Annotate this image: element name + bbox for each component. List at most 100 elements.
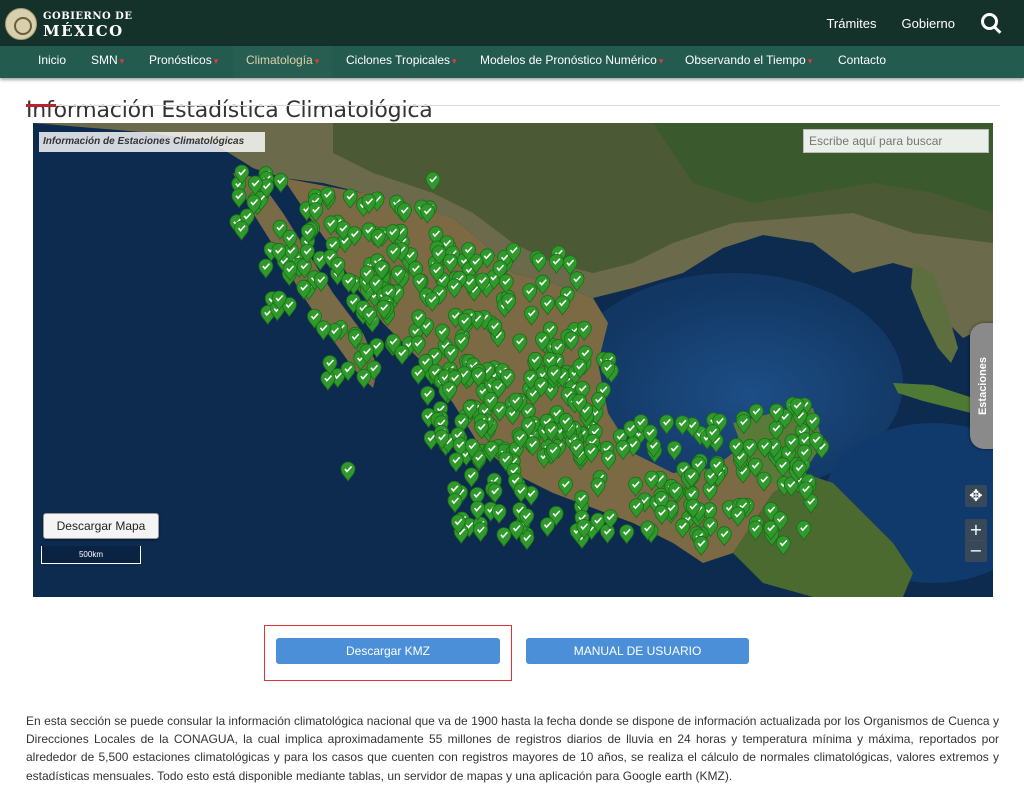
- station-marker-icon[interactable]: [410, 335, 426, 356]
- station-marker-icon[interactable]: [615, 440, 631, 461]
- link-gobierno[interactable]: Gobierno: [902, 16, 955, 31]
- station-marker-icon[interactable]: [540, 517, 555, 538]
- download-map-button[interactable]: Descargar Mapa: [43, 513, 159, 539]
- nav-item-contacto[interactable]: Contacto: [838, 46, 886, 78]
- station-marker-icon[interactable]: [522, 283, 538, 304]
- station-marker-icon[interactable]: [775, 535, 791, 556]
- station-marker-icon[interactable]: [675, 415, 690, 436]
- station-marker-icon[interactable]: [619, 524, 635, 545]
- national-seal-icon: [5, 8, 37, 40]
- station-marker-icon[interactable]: [447, 493, 463, 514]
- station-marker-icon[interactable]: [425, 171, 441, 192]
- nav-item-smn[interactable]: SMN ▾: [91, 46, 124, 78]
- dropdown-caret-icon: ▾: [314, 56, 320, 66]
- main-navigation: Inicio SMN ▾ Pronósticos ▾ Climatología ▾ C…: [0, 46, 1024, 78]
- station-marker-icon[interactable]: [531, 252, 547, 273]
- station-marker-icon[interactable]: [231, 188, 247, 209]
- station-marker-icon[interactable]: [730, 506, 746, 527]
- station-marker-icon[interactable]: [394, 345, 410, 366]
- station-marker-icon[interactable]: [313, 272, 329, 293]
- station-marker-icon[interactable]: [491, 504, 507, 525]
- station-marker-icon[interactable]: [576, 320, 592, 341]
- page-title: Información Estadística Climatológica: [26, 97, 433, 123]
- station-marker-icon[interactable]: [446, 278, 462, 299]
- zoom-out-button[interactable]: −: [965, 540, 987, 562]
- station-marker-icon[interactable]: [693, 535, 709, 557]
- station-marker-icon[interactable]: [654, 504, 670, 526]
- station-marker-icon[interactable]: [443, 344, 459, 365]
- station-marker-icon[interactable]: [308, 202, 324, 223]
- description-paragraph: En esta sección se puede consular la inf…: [26, 714, 999, 783]
- station-marker-icon[interactable]: [464, 467, 479, 488]
- station-marker-icon[interactable]: [448, 452, 464, 473]
- user-manual-button[interactable]: MANUAL DE USUARIO: [526, 638, 749, 664]
- station-marker-icon[interactable]: [513, 482, 529, 503]
- station-marker-icon[interactable]: [601, 450, 616, 471]
- map-panel-title: Información de Estaciones Climatológicas: [39, 132, 265, 152]
- stations-panel-tab[interactable]: Estaciones: [970, 323, 993, 449]
- stations-map[interactable]: Información de Estaciones Climatológicas…: [33, 123, 993, 597]
- pan-icon[interactable]: ✥: [965, 485, 987, 507]
- station-marker-icon[interactable]: [716, 526, 732, 547]
- station-marker-icon[interactable]: [386, 243, 402, 264]
- station-marker-icon[interactable]: [342, 188, 358, 209]
- link-tramites[interactable]: Trámites: [826, 16, 876, 31]
- station-marker-icon[interactable]: [590, 477, 606, 498]
- search-icon[interactable]: [980, 12, 1002, 34]
- nav-item-ciclones-tropicales[interactable]: Ciclones Tropicales ▾: [346, 46, 457, 78]
- station-marker-icon[interactable]: [555, 295, 570, 316]
- logo-line-2: MÉXICO: [43, 22, 124, 40]
- station-marker-icon[interactable]: [564, 331, 579, 352]
- station-marker-icon[interactable]: [234, 220, 249, 241]
- station-marker-icon[interactable]: [736, 414, 752, 435]
- title-divider: [26, 105, 1000, 106]
- station-marker-icon[interactable]: [512, 333, 528, 354]
- station-marker-icon[interactable]: [775, 457, 791, 478]
- nav-item-climatologia[interactable]: Climatología ▾: [233, 46, 333, 78]
- station-marker-icon[interactable]: [420, 386, 436, 407]
- station-marker-icon[interactable]: [629, 498, 644, 519]
- nav-item-modelos-pronostico[interactable]: Modelos de Pronóstico Numérico ▾: [480, 46, 663, 78]
- station-marker-icon[interactable]: [356, 368, 372, 389]
- station-marker-icon[interactable]: [370, 228, 386, 249]
- station-marker-icon[interactable]: [340, 461, 356, 482]
- zoom-in-button[interactable]: +: [965, 519, 987, 541]
- station-marker-icon[interactable]: [397, 202, 412, 223]
- station-marker-icon[interactable]: [549, 253, 564, 274]
- station-marker-icon[interactable]: [667, 440, 682, 461]
- station-marker-icon[interactable]: [748, 520, 763, 541]
- nav-item-inicio[interactable]: Inicio: [38, 46, 66, 78]
- station-marker-icon[interactable]: [756, 471, 772, 492]
- download-kmz-button[interactable]: Descargar KMZ: [276, 638, 500, 664]
- station-marker-icon[interactable]: [796, 520, 812, 541]
- dropdown-caret-icon: ▾: [213, 56, 219, 66]
- station-marker-icon[interactable]: [487, 483, 503, 504]
- station-marker-icon[interactable]: [535, 274, 551, 295]
- map-search-input[interactable]: [803, 129, 989, 153]
- station-marker-icon[interactable]: [273, 172, 289, 194]
- station-marker-icon[interactable]: [569, 271, 585, 292]
- station-marker-icon[interactable]: [748, 403, 764, 424]
- station-marker-icon[interactable]: [498, 273, 514, 294]
- station-marker-icon[interactable]: [420, 203, 435, 224]
- gobierno-de-mexico-logo[interactable]: GOBIERNO DE MÉXICO: [5, 8, 132, 40]
- station-marker-icon[interactable]: [644, 470, 660, 491]
- nav-item-observando-tiempo[interactable]: Observando el Tiempo ▾: [685, 46, 812, 78]
- dropdown-caret-icon: ▾: [807, 56, 813, 66]
- station-marker-icon[interactable]: [540, 295, 555, 316]
- station-marker-icon[interactable]: [258, 258, 274, 279]
- station-marker-icon[interactable]: [496, 527, 512, 548]
- station-marker-icon[interactable]: [524, 305, 539, 326]
- station-marker-icon[interactable]: [315, 320, 331, 341]
- nav-item-pronosticos[interactable]: Pronósticos ▾: [149, 46, 218, 78]
- station-marker-icon[interactable]: [675, 518, 690, 539]
- station-marker-icon[interactable]: [442, 253, 458, 274]
- station-marker-icon[interactable]: [473, 522, 489, 543]
- station-markers[interactable]: [33, 123, 993, 597]
- station-marker-icon[interactable]: [659, 414, 675, 435]
- station-marker-icon[interactable]: [320, 370, 336, 391]
- station-marker-icon[interactable]: [600, 523, 615, 544]
- station-marker-icon[interactable]: [628, 476, 643, 497]
- station-marker-icon[interactable]: [558, 476, 573, 497]
- station-marker-icon[interactable]: [424, 291, 440, 312]
